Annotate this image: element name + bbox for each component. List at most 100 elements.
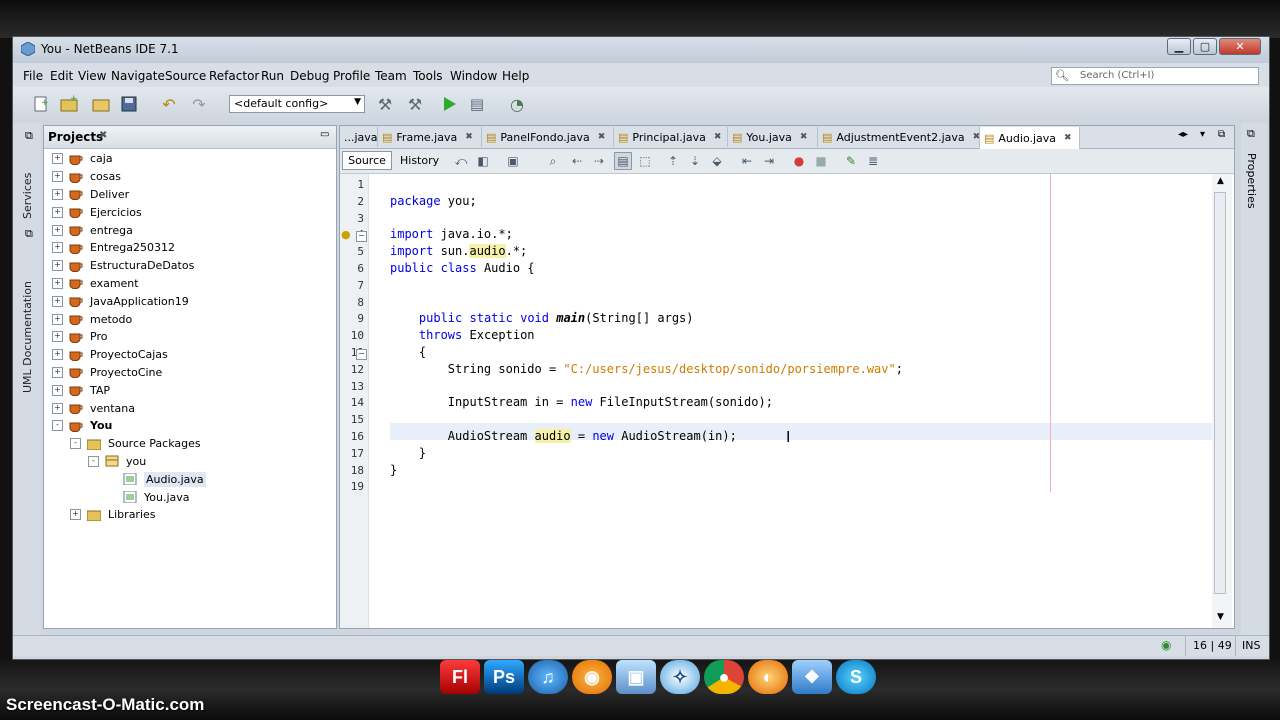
menu-edit[interactable]: Edit xyxy=(50,69,73,83)
tree-item[interactable]: + Libraries xyxy=(48,506,334,524)
dropbox-app-icon[interactable]: ❖ xyxy=(792,660,832,694)
services-tab[interactable]: Services xyxy=(21,173,34,219)
collapse-icon[interactable]: - xyxy=(52,420,63,432)
tree-item[interactable]: - you xyxy=(48,453,334,471)
scroll-up-icon[interactable]: ▲ xyxy=(1217,176,1224,186)
tab-list-icon[interactable]: ▾ xyxy=(1200,129,1205,140)
minimize-button[interactable]: ▁ xyxy=(1167,38,1191,55)
close-icon[interactable]: ✖ xyxy=(1064,133,1072,143)
expand-icon[interactable]: + xyxy=(52,295,63,307)
last-edit-icon[interactable]: ⤺ xyxy=(452,152,470,170)
fold-method-icon[interactable]: − xyxy=(356,349,367,360)
restore-icon[interactable]: ⧉ xyxy=(1218,129,1225,140)
fold-import-icon[interactable]: − xyxy=(356,231,367,243)
find-icon[interactable]: ⌕ xyxy=(544,152,562,170)
expand-icon[interactable]: + xyxy=(70,509,81,521)
debug-icon[interactable]: ▤ xyxy=(467,94,487,114)
tree-item[interactable]: - You xyxy=(48,417,334,435)
scrollbar-thumb[interactable] xyxy=(1214,192,1226,594)
forward-icon[interactable]: ▣ xyxy=(504,152,522,170)
expand-icon[interactable]: + xyxy=(52,349,63,361)
tab-audio-java[interactable]: ▤ Audio.java ✖ xyxy=(980,127,1080,149)
menu-profile[interactable]: Profile xyxy=(333,69,370,83)
menu-debug[interactable]: Debug xyxy=(290,69,329,83)
tab-panelfondo-java[interactable]: ▤ PanelFondo.java ✖ xyxy=(482,127,614,147)
new-file-icon[interactable]: + xyxy=(31,94,51,114)
flash-app-icon[interactable]: Fl xyxy=(440,660,480,694)
skype-app-icon[interactable]: S xyxy=(836,660,876,694)
firefox-app-icon[interactable]: ◐ xyxy=(748,660,788,694)
tree-item[interactable]: + entrega xyxy=(48,221,334,239)
properties-tab[interactable]: Properties xyxy=(1245,153,1258,209)
clean-build-icon[interactable]: ⚒ xyxy=(405,94,425,114)
tab-adjustmentevent2-java[interactable]: ▤ AdjustmentEvent2.java ✖ xyxy=(818,127,980,147)
expand-icon[interactable]: + xyxy=(52,224,63,236)
tree-item[interactable]: Audio.java xyxy=(48,470,334,488)
minimize-panel-icon[interactable]: ▭ xyxy=(320,129,329,140)
new-project-icon[interactable]: + xyxy=(59,94,79,114)
tree-item[interactable]: + Deliver xyxy=(48,186,334,204)
find-next-icon[interactable]: ⇢ xyxy=(590,152,608,170)
itunes-app-icon[interactable]: ♫ xyxy=(528,660,568,694)
menu-team[interactable]: Team xyxy=(375,69,407,83)
run-icon[interactable] xyxy=(439,94,459,114)
tab-you-java[interactable]: ▤ You.java ✖ xyxy=(728,127,818,147)
scroll-down-icon[interactable]: ▼ xyxy=(1217,612,1224,622)
expand-icon[interactable]: + xyxy=(52,188,63,200)
menu-refactor[interactable]: Refactor xyxy=(209,69,259,83)
vertical-scrollbar[interactable]: ▲ ▼ xyxy=(1212,174,1232,628)
menu-run[interactable]: Run xyxy=(261,69,284,83)
collapse-icon[interactable]: - xyxy=(88,455,99,467)
menu-source[interactable]: Source xyxy=(165,69,206,83)
shift-left-icon[interactable]: ⇤ xyxy=(738,152,756,170)
menu-window[interactable]: Window xyxy=(450,69,497,83)
tree-item[interactable]: + caja xyxy=(48,150,334,168)
menu-help[interactable]: Help xyxy=(502,69,529,83)
expand-icon[interactable]: + xyxy=(52,277,63,289)
uncomment-icon[interactable]: ≣ xyxy=(864,152,882,170)
collapse-icon[interactable]: - xyxy=(70,438,81,450)
restore-icon[interactable]: ⧉ xyxy=(25,129,33,143)
close-icon[interactable]: ✖ xyxy=(598,132,606,142)
tree-item[interactable]: + Ejercicios xyxy=(48,203,334,221)
toggle-highlight-icon[interactable]: ▤ xyxy=(614,152,632,170)
maximize-button[interactable]: ▢ xyxy=(1193,38,1217,55)
tree-item[interactable]: - Source Packages xyxy=(48,435,334,453)
config-select[interactable]: <default config> ▼ xyxy=(229,95,365,113)
expand-icon[interactable]: + xyxy=(52,153,63,165)
tree-item[interactable]: + exament xyxy=(48,275,334,293)
menu-view[interactable]: View xyxy=(78,69,106,83)
close-icon[interactable]: ✕ xyxy=(1219,38,1261,55)
tree-item[interactable]: + Pro xyxy=(48,328,334,346)
tree-item[interactable]: + JavaApplication19 xyxy=(48,292,334,310)
expand-icon[interactable]: + xyxy=(52,313,63,325)
restore-icon-2[interactable]: ⧉ xyxy=(25,227,33,241)
start-macro-icon[interactable]: ● xyxy=(790,152,808,170)
profile-icon[interactable]: ◔ xyxy=(507,94,527,114)
tab-frame-java[interactable]: ▤ Frame.java ✖ xyxy=(378,127,482,147)
close-icon[interactable]: ✖ xyxy=(99,130,107,141)
tree-item[interactable]: + TAP xyxy=(48,381,334,399)
comment-icon[interactable]: ✎ xyxy=(842,152,860,170)
stop-macro-icon[interactable]: ■ xyxy=(812,152,830,170)
previous-bookmark-icon[interactable]: ⇡ xyxy=(664,152,682,170)
virtualbox-app-icon[interactable]: ▣ xyxy=(616,660,656,694)
photoshop-app-icon[interactable]: Ps xyxy=(484,660,524,694)
safari-app-icon[interactable]: ✧ xyxy=(660,660,700,694)
expand-icon[interactable]: + xyxy=(52,366,63,378)
search-box[interactable]: 🔍︎ Search (Ctrl+I) xyxy=(1051,67,1259,85)
tree-item[interactable]: + cosas xyxy=(48,168,334,186)
source-tab[interactable]: Source xyxy=(342,151,392,170)
tree-item[interactable]: You.java xyxy=(48,488,334,506)
redo-icon[interactable]: ↷ xyxy=(189,94,209,114)
code-area[interactable]: package you; import java.io.*; import sun.… xyxy=(370,174,1212,628)
tree-item[interactable]: + ProyectoCine xyxy=(48,364,334,382)
next-bookmark-icon[interactable]: ⇣ xyxy=(686,152,704,170)
menu-tools[interactable]: Tools xyxy=(413,69,443,83)
build-hammer-icon[interactable]: ⚒ xyxy=(375,94,395,114)
expand-icon[interactable]: + xyxy=(52,331,63,343)
expand-icon[interactable]: + xyxy=(52,171,63,183)
tab-truncated[interactable]: ...java xyxy=(340,127,378,147)
menu-file[interactable]: File xyxy=(23,69,43,83)
expand-icon[interactable]: + xyxy=(52,260,63,272)
